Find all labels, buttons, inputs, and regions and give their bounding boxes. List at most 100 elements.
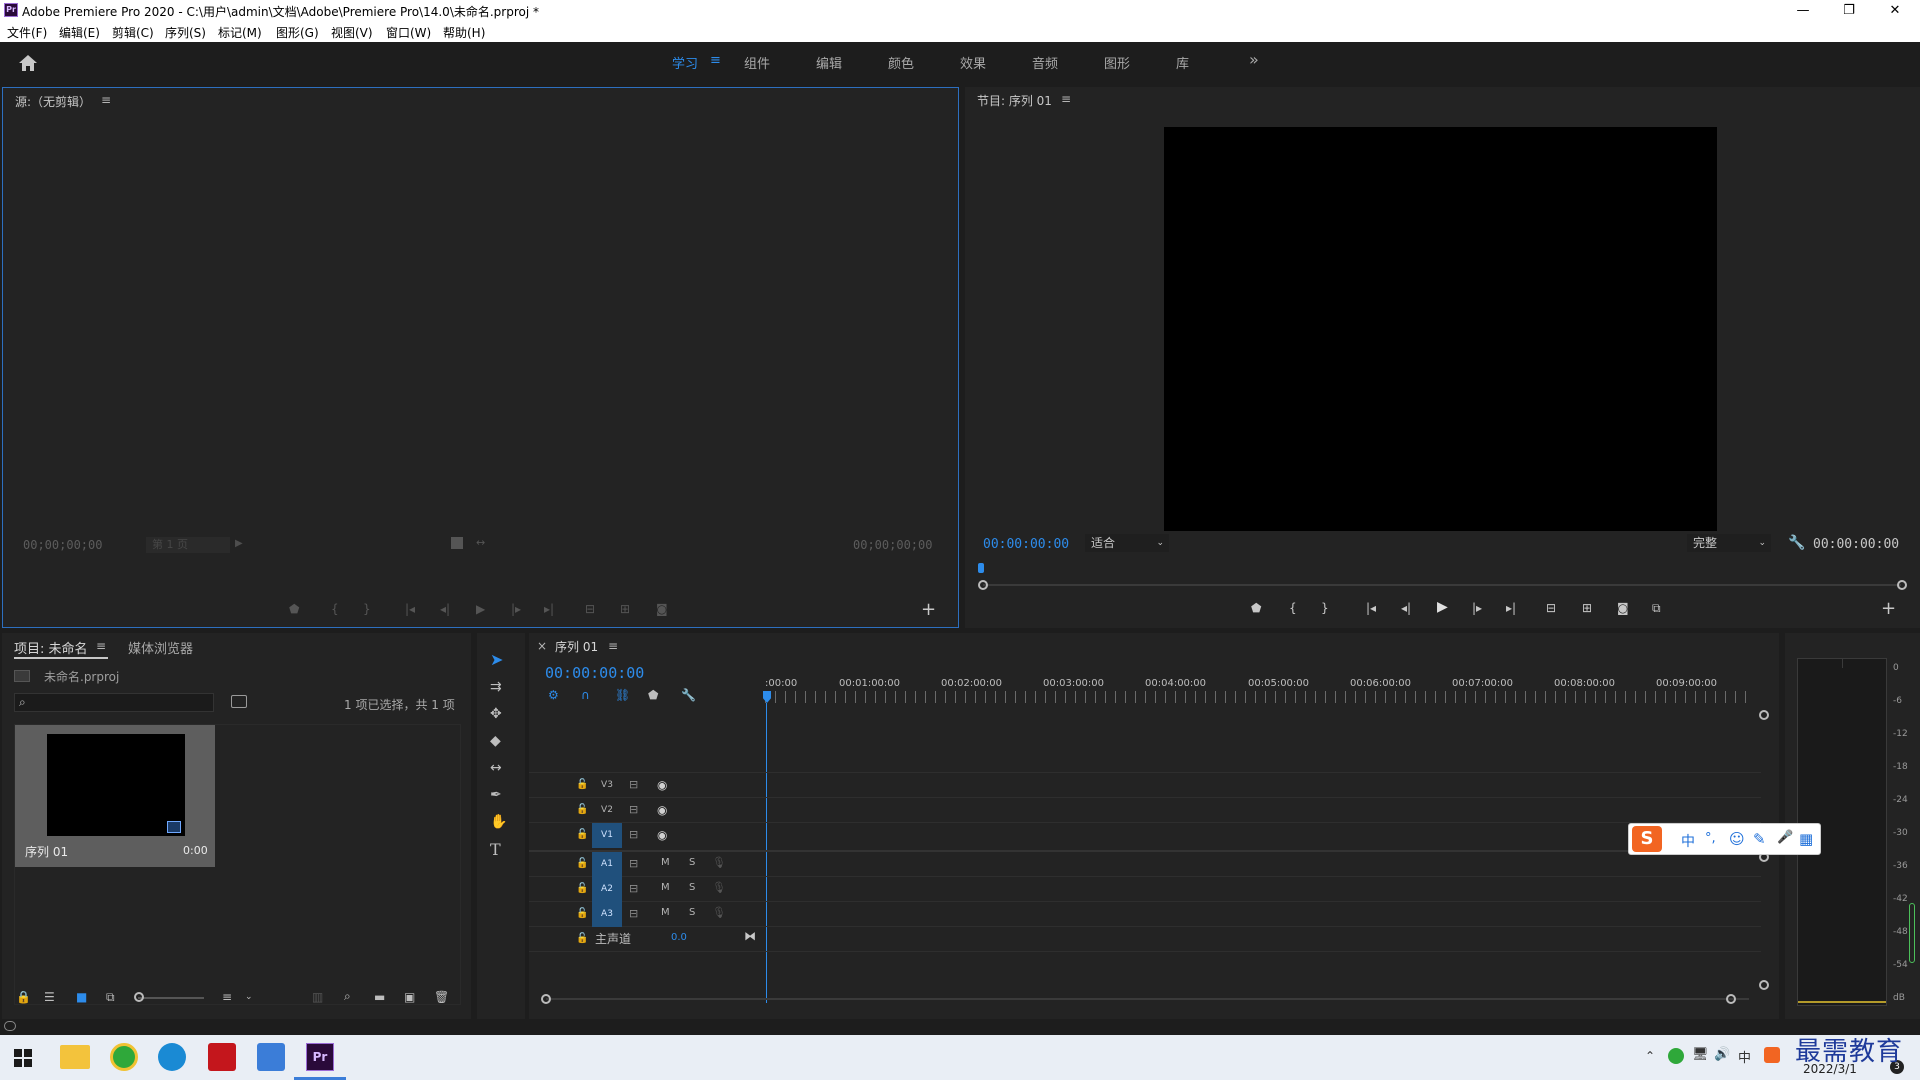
program-playhead-icon[interactable]	[978, 563, 984, 573]
a3-toggle-sync-icon[interactable]: ⊟	[629, 907, 638, 921]
tray-expand-icon[interactable]: ⌃	[1645, 1049, 1655, 1063]
a2-mute-button[interactable]: M	[661, 882, 670, 893]
windows-start-icon[interactable]	[14, 1049, 32, 1067]
tray-ime-lang[interactable]: 中	[1738, 1047, 1751, 1066]
timeline-zoom-handle-left[interactable]	[541, 994, 551, 1004]
master-lock-icon[interactable]: 🔓	[576, 932, 588, 946]
new-item-icon[interactable]: ▣	[404, 990, 415, 1004]
new-bin-icon[interactable]: ▬	[374, 990, 385, 1004]
menu-window[interactable]: 窗口(W)	[386, 24, 431, 41]
v2-toggle-sync-icon[interactable]: ⊟	[629, 803, 638, 817]
v3-toggle-sync-icon[interactable]: ⊟	[629, 778, 638, 792]
menu-view[interactable]: 视图(V)	[331, 24, 373, 41]
restore-button[interactable]: ❐	[1826, 0, 1872, 21]
project-search-input[interactable]: ⌕	[14, 693, 214, 712]
workspace-tab-audio[interactable]: 音频	[1032, 53, 1058, 72]
ime-lang-toggle[interactable]: 中	[1681, 831, 1695, 851]
a3-mute-button[interactable]: M	[661, 907, 670, 918]
v1-toggle-sync-icon[interactable]: ⊟	[629, 828, 638, 842]
wrench-icon[interactable]: 🔧	[1788, 535, 1805, 551]
v3-lock-icon[interactable]: 🔓	[576, 778, 588, 792]
selection-tool-icon[interactable]: ➤	[490, 652, 503, 668]
volume-icon[interactable]: 🔊	[1714, 1047, 1730, 1062]
extract-icon[interactable]: ⊞	[1582, 601, 1592, 615]
sort-chevron-down-icon[interactable]: ⌄	[245, 990, 253, 1004]
a2-toggle-sync-icon[interactable]: ⊟	[629, 882, 638, 896]
program-timecode-current[interactable]: 00:00:00:00	[983, 537, 1069, 552]
ripple-edit-tool-icon[interactable]: ✥	[490, 707, 502, 721]
network-icon[interactable]: 🖥	[1692, 1047, 1709, 1062]
acrobat-icon[interactable]	[208, 1043, 236, 1071]
a2-target[interactable]: A2	[592, 877, 622, 902]
sogou-logo-icon[interactable]: S	[1632, 826, 1662, 852]
sort-icon[interactable]: ≡	[222, 990, 232, 1004]
program-quality-dropdown[interactable]: 完整 ⌄	[1687, 534, 1771, 552]
v1-target[interactable]: V1	[592, 823, 622, 848]
timeline-tab-menu-icon[interactable]: ≡	[608, 639, 618, 653]
zoom-slider[interactable]	[138, 997, 204, 999]
v3-target[interactable]: V3	[592, 773, 622, 798]
menu-edit[interactable]: 编辑(E)	[59, 24, 100, 41]
play-icon[interactable]: ▶	[1437, 600, 1448, 614]
snap-icon[interactable]: ∩	[581, 688, 590, 702]
master-pan-icon[interactable]: ⧓	[744, 929, 756, 943]
new-bin-from-search-icon[interactable]	[231, 695, 247, 708]
trash-icon[interactable]: 🗑	[434, 990, 449, 1004]
program-video-frame[interactable]	[1164, 127, 1717, 531]
timeline-tab[interactable]: 序列 01	[555, 638, 598, 655]
a2-lock-icon[interactable]: 🔓	[576, 882, 588, 896]
list-view-icon[interactable]: ☰	[44, 990, 55, 1004]
camera-icon[interactable]: ◙	[1617, 601, 1629, 615]
hand-tool-icon[interactable]: ✋	[490, 815, 507, 829]
timeline-ruler[interactable]	[765, 691, 1755, 703]
a3-solo-button[interactable]: S	[689, 907, 695, 918]
timeline-zoom-handle-right[interactable]	[1726, 994, 1736, 1004]
a1-mic-icon[interactable]: 🎙	[712, 856, 726, 870]
workspace-tab-libraries[interactable]: 库	[1176, 53, 1189, 72]
premiere-taskbar-icon[interactable]: Pr	[306, 1043, 334, 1071]
program-panel-menu-icon[interactable]: ≡	[1061, 92, 1071, 106]
master-value[interactable]: 0.0	[671, 932, 687, 943]
goto-out-icon[interactable]: ▸|	[1506, 601, 1516, 615]
tray-360-icon[interactable]	[1668, 1048, 1684, 1064]
ime-mic-icon[interactable]: 🎤	[1777, 830, 1793, 845]
v1-lock-icon[interactable]: 🔓	[576, 828, 588, 842]
timeline-vscroll-top-handle[interactable]	[1759, 710, 1769, 720]
library-icon[interactable]	[257, 1043, 285, 1071]
menu-sequence[interactable]: 序列(S)	[165, 24, 206, 41]
workspace-tab-color[interactable]: 颜色	[888, 53, 914, 72]
v2-eye-icon[interactable]: ◉	[657, 803, 667, 817]
v3-eye-icon[interactable]: ◉	[657, 778, 667, 792]
timeline-marker-icon[interactable]: ⬟	[648, 688, 658, 702]
ime-handwrite-icon[interactable]: ✎	[1753, 830, 1766, 848]
program-zoom-handle-right[interactable]	[1897, 580, 1907, 590]
menu-graphics[interactable]: 图形(G)	[276, 24, 319, 41]
slip-tool-icon[interactable]: ↔	[490, 761, 502, 775]
workspace-more-icon[interactable]: »	[1249, 50, 1259, 69]
minimize-button[interactable]: —	[1780, 0, 1826, 21]
lift-icon[interactable]: ⊟	[1546, 601, 1556, 615]
step-back-icon[interactable]: ◂|	[1401, 601, 1411, 615]
a3-lock-icon[interactable]: 🔓	[576, 907, 588, 921]
media-browser-tab[interactable]: 媒体浏览器	[128, 638, 193, 657]
workspace-tab-graphics[interactable]: 图形	[1104, 53, 1130, 72]
program-zoom-handle-left[interactable]	[978, 580, 988, 590]
v2-lock-icon[interactable]: 🔓	[576, 803, 588, 817]
timeline-zoom-bar[interactable]	[546, 998, 1749, 1000]
add-marker-icon[interactable]: ⬟	[1251, 601, 1261, 615]
timeline-settings-wrench-icon[interactable]: 🔧	[681, 688, 696, 702]
ime-punctuation-icon[interactable]: °,	[1705, 831, 1716, 846]
timeline-close-button[interactable]: ×	[537, 639, 547, 653]
a1-solo-button[interactable]: S	[689, 857, 695, 868]
find-icon[interactable]: ⌕	[344, 989, 351, 1003]
menu-help[interactable]: 帮助(H)	[443, 24, 485, 41]
v2-target[interactable]: V2	[592, 798, 622, 823]
a3-target[interactable]: A3	[592, 902, 622, 927]
source-panel-menu-icon[interactable]: ≡	[101, 93, 111, 107]
tray-sogou-icon[interactable]	[1764, 1047, 1780, 1063]
source-timecode-in[interactable]: 00;00;00;00	[23, 538, 102, 552]
zoom-slider-handle[interactable]	[134, 992, 144, 1002]
a1-mute-button[interactable]: M	[661, 857, 670, 868]
freeform-view-icon[interactable]: ⧉	[106, 990, 115, 1004]
ime-toolbox-icon[interactable]: ▦	[1799, 830, 1813, 848]
